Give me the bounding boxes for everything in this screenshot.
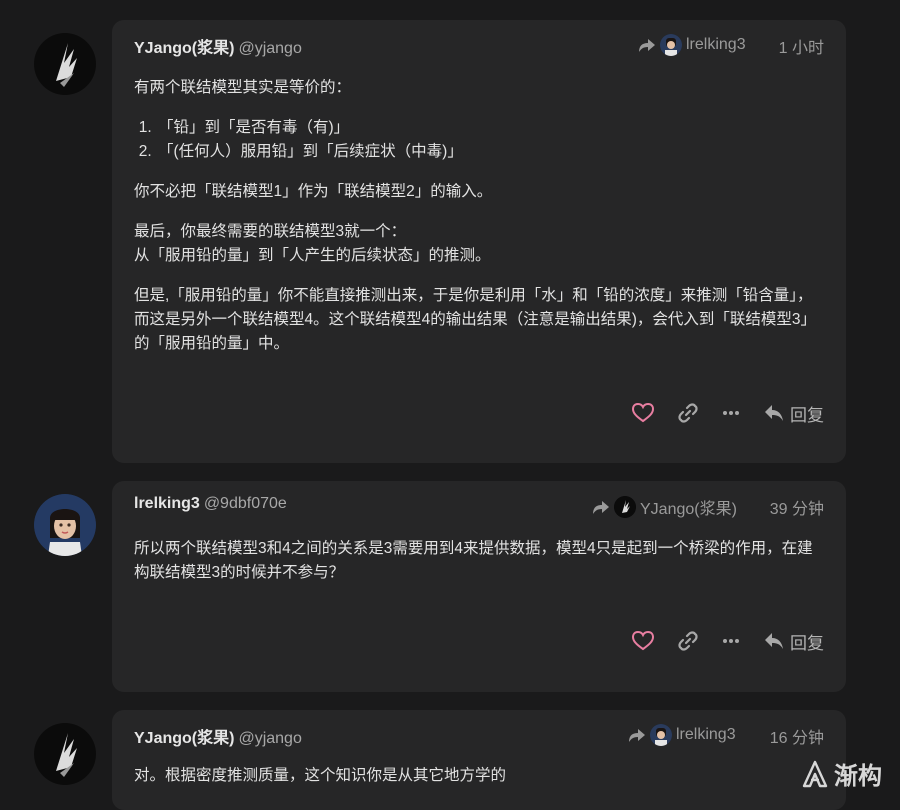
- reply-to-username: lrelking3: [676, 726, 736, 743]
- watermark: 渐构: [802, 756, 882, 791]
- more-options-button[interactable]: [722, 410, 740, 416]
- reply-to-avatar: [660, 34, 682, 56]
- author-name[interactable]: lrelking3 @9dbf070e: [134, 495, 287, 513]
- reply-to-username: lrelking3: [686, 36, 746, 53]
- author-name[interactable]: YJango(浆果) @yjango: [134, 724, 302, 748]
- paragraph-line: 从「服用铅的量」到「人产生的后续状态」的推测。: [134, 247, 491, 264]
- reply-to-username: YJango(浆果): [640, 501, 737, 518]
- reply-to-indicator[interactable]: YJango(浆果): [592, 495, 737, 519]
- list-item: 「(任何人）服用铅」到「后续症状（中毒)」: [156, 140, 824, 164]
- avatar-yjango[interactable]: [34, 33, 96, 95]
- list-item: 「铅」到「是否有毒（有)」: [156, 116, 824, 140]
- comment-card-3: YJango(浆果) @yjango lrelking3 16 分钟 对。根据密度…: [112, 710, 846, 810]
- reply-icon: [765, 405, 783, 421]
- watermark-text: 渐构: [834, 763, 882, 790]
- heart-icon: [632, 631, 654, 651]
- author-handle: @9dbf070e: [203, 495, 287, 512]
- paragraph: 但是,「服用铅的量」你不能直接推测出来，于是你是利用「水」和「铅的浓度」来推测「…: [134, 287, 817, 352]
- more-options-button[interactable]: [722, 638, 740, 644]
- comment-card-1: YJango(浆果) @yjango lrelking3 1 小时 有两个联结模型…: [112, 20, 846, 463]
- more-icon: [723, 411, 739, 415]
- reply-to-arrow-icon: [639, 39, 655, 52]
- comment-header: YJango(浆果) @yjango lrelking3 1 小时: [134, 34, 824, 58]
- more-icon: [723, 639, 739, 643]
- comment-card-2: lrelking3 @9dbf070e YJango(浆果) 39 分钟 所以两个…: [112, 481, 846, 692]
- reply-to-indicator[interactable]: lrelking3: [628, 724, 736, 746]
- comment-header: YJango(浆果) @yjango lrelking3 16 分钟: [134, 724, 824, 748]
- comment-body: 有两个联结模型其实是等价的： 「铅」到「是否有毒（有)」 「(任何人）服用铅」到…: [134, 76, 824, 372]
- copy-link-button[interactable]: [678, 403, 698, 423]
- avatar-lrelking3[interactable]: [34, 494, 96, 556]
- paragraph: 有两个联结模型其实是等价的：: [134, 79, 352, 96]
- comment-body: 所以两个联结模型3和4之间的关系是3需要用到4来提供数据，模型4只是起到一个桥梁…: [134, 537, 824, 601]
- copy-link-button[interactable]: [678, 631, 698, 651]
- reply-icon: [765, 633, 783, 649]
- reply-to-indicator[interactable]: lrelking3: [638, 34, 746, 56]
- paragraph: 你不必把「联结模型1」作为「联结模型2」的输入。: [134, 183, 493, 200]
- post-timestamp[interactable]: 16 分钟: [770, 724, 824, 748]
- reply-label: 回复: [790, 633, 824, 653]
- post-timestamp[interactable]: 39 分钟: [770, 495, 824, 519]
- comment-header: lrelking3 @9dbf070e YJango(浆果) 39 分钟: [134, 495, 824, 519]
- link-icon: [678, 403, 698, 423]
- paragraph: 所以两个联结模型3和4之间的关系是3需要用到4来提供数据，模型4只是起到一个桥梁…: [134, 540, 813, 581]
- author-name[interactable]: YJango(浆果) @yjango: [134, 34, 302, 58]
- numbered-list: 「铅」到「是否有毒（有)」 「(任何人）服用铅」到「后续症状（中毒)」: [134, 116, 824, 164]
- reply-button[interactable]: 回复: [764, 629, 824, 654]
- reply-to-arrow-icon: [629, 729, 645, 742]
- like-button[interactable]: [632, 403, 654, 423]
- author-handle: @yjango: [238, 40, 302, 57]
- heart-icon: [632, 403, 654, 423]
- author-handle: @yjango: [238, 730, 302, 747]
- comment-actions: 回复: [632, 400, 824, 426]
- comment-actions: 回复: [632, 628, 824, 654]
- reply-to-avatar: [650, 724, 672, 746]
- reply-to-arrow-icon: [593, 501, 609, 514]
- avatar-yjango[interactable]: [34, 723, 96, 785]
- paragraph-line: 最后，你最终需要的联结模型3就一个：: [134, 223, 407, 240]
- reply-button[interactable]: 回复: [764, 401, 824, 426]
- paragraph: 对。根据密度推测质量，这个知识你是从其它地方学的: [134, 767, 507, 784]
- reply-label: 回复: [790, 405, 824, 425]
- like-button[interactable]: [632, 631, 654, 651]
- logo-icon: [802, 760, 828, 787]
- comment-body: 对。根据密度推测质量，这个知识你是从其它地方学的: [134, 764, 824, 804]
- post-timestamp[interactable]: 1 小时: [779, 34, 824, 58]
- reply-to-avatar: [614, 496, 636, 518]
- link-icon: [678, 631, 698, 651]
- paragraph: 最后，你最终需要的联结模型3就一个： 从「服用铅的量」到「人产生的后续状态」的推…: [134, 220, 824, 268]
